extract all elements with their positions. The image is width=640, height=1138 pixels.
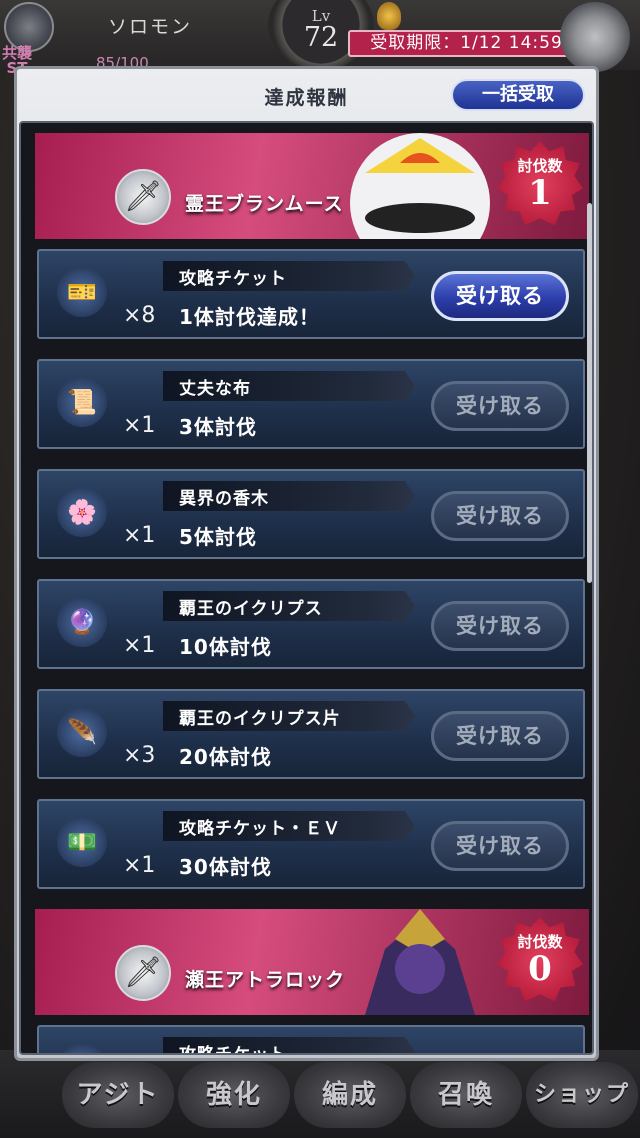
nav-shop[interactable]: ショップ	[526, 1062, 638, 1128]
attack-ticket-ev-icon: 💵	[57, 817, 107, 867]
reward-row: 🎫 攻略チケット	[37, 1025, 585, 1055]
item-name: 丈夫な布	[179, 379, 251, 399]
reward-condition: 1体討伐達成！	[179, 305, 320, 329]
menu-button[interactable]	[560, 2, 630, 72]
sword-icon: 🗡	[115, 169, 171, 225]
item-quantity: ×3	[123, 743, 156, 768]
achievement-rewards-dialog: 達成報酬 一括受取 🗡 霊王ブランムース 討伐数 1 🎫 ×8 攻略チケット 1…	[14, 66, 599, 1061]
eclipse-icon: 🔮	[57, 597, 107, 647]
nav-base[interactable]: アジト	[62, 1062, 174, 1128]
claim-button[interactable]: 受け取る	[431, 601, 569, 651]
nav-enhance[interactable]: 強化	[178, 1062, 290, 1128]
item-quantity: ×1	[123, 523, 156, 548]
bulk-claim-button[interactable]: 一括受取	[451, 79, 585, 111]
item-quantity: ×8	[123, 303, 156, 328]
item-name: 覇王のイクリプス片	[179, 709, 341, 729]
player-name: ソロモン	[108, 16, 193, 38]
sword-icon: 🗡	[115, 945, 171, 1001]
claim-deadline: 受取期限：1/12 14:59	[348, 30, 585, 57]
item-name: 攻略チケット・ＥＶ	[179, 819, 341, 839]
reward-row: 🪶 ×3 覇王のイクリプス片 20体討伐 受け取る	[37, 689, 585, 779]
kill-count-value: 1	[528, 173, 552, 213]
claim-button[interactable]: 受け取る	[431, 711, 569, 761]
attack-ticket-icon: 🎫	[57, 1043, 107, 1053]
item-name: 異界の香木	[179, 489, 269, 509]
item-quantity: ×1	[123, 413, 156, 438]
reward-row: 🎫 ×8 攻略チケット 1体討伐達成！ 受け取る	[37, 249, 585, 339]
boss-banner: 🗡 霊王ブランムース 討伐数 1	[35, 133, 589, 239]
scrollbar[interactable]	[587, 203, 592, 583]
reward-row: 💵 ×1 攻略チケット・ＥＶ 30体討伐 受け取る	[37, 799, 585, 889]
claim-button[interactable]: 受け取る	[431, 271, 569, 321]
medal-icon	[377, 2, 401, 30]
item-quantity: ×1	[123, 633, 156, 658]
reward-condition: 30体討伐	[179, 855, 272, 879]
boss-portrait	[365, 909, 475, 1015]
reward-condition: 5体討伐	[179, 525, 257, 549]
item-name: 攻略チケット	[179, 1045, 287, 1055]
cloth-icon: 📜	[57, 377, 107, 427]
reward-condition: 10体討伐	[179, 635, 272, 659]
reward-row: 🌸 ×1 異界の香木 5体討伐 受け取る	[37, 469, 585, 559]
reward-condition: 3体討伐	[179, 415, 257, 439]
kill-count-value: 0	[528, 949, 552, 989]
item-name: 覇王のイクリプス	[179, 599, 323, 619]
reward-condition: 20体討伐	[179, 745, 272, 769]
item-name: 攻略チケット	[179, 269, 287, 289]
attack-ticket-icon: 🎫	[57, 267, 107, 317]
item-quantity: ×1	[123, 853, 156, 878]
boss-name: 霊王ブランムース	[185, 193, 344, 215]
boss-portrait	[350, 133, 490, 239]
incense-wood-icon: 🌸	[57, 487, 107, 537]
reward-row: 🔮 ×1 覇王のイクリプス 10体討伐 受け取る	[37, 579, 585, 669]
claim-button[interactable]: 受け取る	[431, 821, 569, 871]
nav-formation[interactable]: 編成	[294, 1062, 406, 1128]
boss-banner: 🗡 瀬王アトラロック 討伐数 0	[35, 909, 589, 1015]
reward-list[interactable]: 🗡 霊王ブランムース 討伐数 1 🎫 ×8 攻略チケット 1体討伐達成！ 受け取…	[19, 121, 594, 1055]
screen: ソロモン Lv 72 受取期限：1/12 14:59 共襲 ST 85/100 …	[0, 0, 640, 1138]
reward-row: 📜 ×1 丈夫な布 3体討伐 受け取る	[37, 359, 585, 449]
claim-button[interactable]: 受け取る	[431, 491, 569, 541]
eclipse-shard-icon: 🪶	[57, 707, 107, 757]
nav-summon[interactable]: 召喚	[410, 1062, 522, 1128]
boss-name: 瀬王アトラロック	[185, 969, 346, 991]
claim-button[interactable]: 受け取る	[431, 381, 569, 431]
